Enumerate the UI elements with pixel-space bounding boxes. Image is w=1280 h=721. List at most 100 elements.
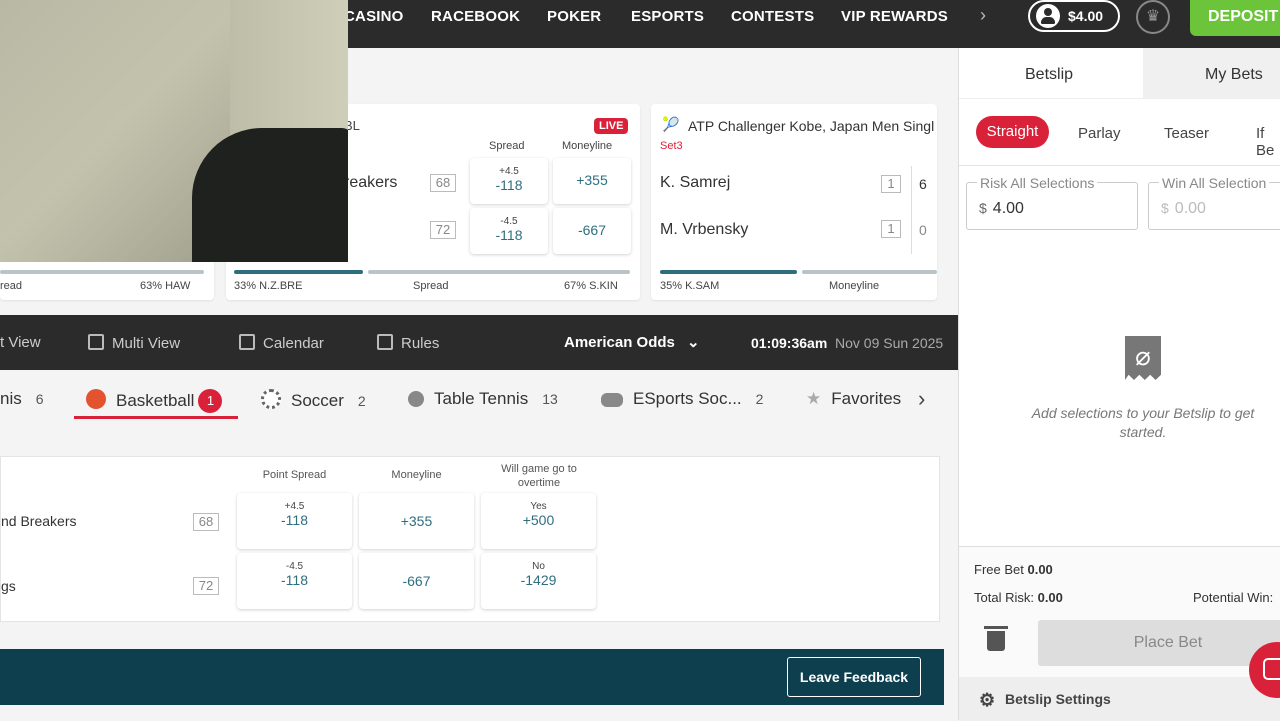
user-icon [1036,4,1060,28]
odds-format-value: American Odds [564,334,675,351]
leave-feedback-button[interactable]: Leave Feedback [787,657,921,697]
card2-spread2-price: -118 [495,227,523,243]
nav-racebook[interactable]: RACEBOOK [431,8,520,25]
sport-count: 13 [542,391,558,407]
row1-ml-button[interactable]: +355 [359,493,474,549]
free-bet-line: Free Bet 0.00 [974,562,1053,577]
tab-betslip[interactable]: Betslip [1025,66,1073,84]
card2-team1: reakers [344,174,398,191]
star-icon: ★ [806,389,822,408]
tab-my-bets[interactable]: My Bets [1205,66,1263,84]
win-all-field[interactable]: Win All Selection $0.00 [1148,175,1280,230]
row1-overtime-button[interactable]: Yes +500 [481,493,596,549]
win-all-value: $0.00 [1161,200,1206,218]
risk-all-label: Risk All Selections [977,175,1098,191]
sport-label: Table Tennis [434,389,529,408]
sport-tab-favorites[interactable]: ★ Favorites [806,389,901,409]
odds-format-select[interactable]: American Odds ⌄ [564,333,700,351]
card3-p1-games: 6 [919,176,927,192]
card3-foot-left: 35% K.SAM [660,280,720,292]
card2-spread2-line: -4.5 [500,216,518,227]
sport-tab-table-tennis[interactable]: Table Tennis 13 [408,389,558,409]
row2-overtime-button[interactable]: No -1429 [481,553,596,609]
betslip-settings-button[interactable]: ⚙ Betslip Settings [959,677,1280,721]
bet-type-teaser[interactable]: Teaser [1164,125,1209,142]
risk-amount: 4.00 [992,200,1024,217]
soccer-ball-icon [261,389,281,409]
card2-moneyline-head: Moneyline [562,140,613,152]
card2-spread1-line: +4.5 [499,166,519,177]
card3-bar-left [660,270,797,274]
nav-more-chevron-icon[interactable]: › [980,5,986,26]
chevron-right-icon[interactable]: › [918,386,925,412]
single-view-tab[interactable]: t View [0,334,41,351]
sport-label: ESports Soc... [633,389,742,408]
row2-ml-price: -667 [402,573,431,589]
row2-ml-button[interactable]: -667 [359,553,474,609]
total-risk-line: Total Risk: 0.00 [974,590,1063,605]
rules-label: Rules [401,335,440,352]
gamepad-icon [601,393,623,407]
card2-foot-left: 33% N.Z.BRE [234,280,303,292]
nav-vip-rewards[interactable]: VIP REWARDS [841,8,948,25]
card2-ml1-price: +355 [576,172,608,188]
account-balance-button[interactable]: $4.00 [1028,0,1120,32]
empty-betslip-text: Add selections to your Betslip to get st… [1031,405,1255,440]
empty-betslip-icon: ⌀ [1125,336,1161,380]
card2-spread-head: Spread [489,140,525,152]
currency-symbol: $ [1161,200,1169,216]
row1-spread-price: -118 [281,512,308,528]
card3-bar-right [802,270,937,274]
table-tennis-icon [408,391,424,407]
bet-type-straight[interactable]: Straight [976,116,1049,148]
place-bet-button[interactable]: Place Bet [1038,620,1280,666]
risk-all-value: $4.00 [979,200,1024,218]
nav-esports[interactable]: ESPORTS [631,8,704,25]
sport-tab-tennis[interactable]: nis 6 [0,389,44,409]
sport-tab-basketball[interactable]: Basketball 1 [86,389,223,413]
card1-foot-right: 63% HAW [140,280,191,292]
nav-poker[interactable]: POKER [547,8,601,25]
card2-ml1-button[interactable]: +355 [553,158,631,204]
card2-ml2-button[interactable]: -667 [553,208,631,254]
row2-ot-price: -1429 [520,572,557,588]
card2-spread1-button[interactable]: +4.5 -118 [470,158,548,204]
type-divider [959,165,1280,166]
risk-all-field[interactable]: Risk All Selections $4.00 [966,175,1138,230]
card3-p1-sets: 1 [881,175,901,193]
rules-tab[interactable]: Rules [377,334,439,352]
card2-spread2-button[interactable]: -4.5 -118 [470,208,548,254]
clock-date: Nov 09 Sun 2025 [835,335,944,351]
sport-tab-soccer[interactable]: Soccer 2 [261,389,366,411]
trash-icon[interactable] [984,626,1008,651]
sport-label: nis [0,389,22,408]
sport-label: Soccer [291,391,344,410]
win-all-label: Win All Selection [1159,175,1270,191]
event-card-3[interactable]: 🎾 ATP Challenger Kobe, Japan Men Singl S… [651,104,937,300]
col-head-overtime: Will game go to overtime [501,463,577,489]
bet-type-if-bet[interactable]: If Be [1256,125,1280,159]
calendar-tab[interactable]: Calendar [239,334,324,352]
bet-type-parlay[interactable]: Parlay [1078,125,1121,142]
row2-spread-price: -118 [281,572,308,588]
row2-spread-button[interactable]: -4.5 -118 [237,553,352,609]
row2-spread-line: -4.5 [285,561,304,572]
row2-score: 72 [193,577,219,595]
balance-amount: $4.00 [1068,8,1104,24]
tab-divider [959,98,1280,99]
card3-p2-sets: 1 [881,220,901,238]
row2-team: gs [1,578,16,594]
crown-icon[interactable]: ♛ [1136,0,1170,34]
nav-contests[interactable]: CONTESTS [731,8,814,25]
sport-tab-esports-soccer[interactable]: ESports Soc... 2 [601,389,763,409]
card3-player2: M. Vrbensky [660,221,749,238]
deposit-button[interactable]: DEPOSIT [1190,0,1280,36]
row1-spread-button[interactable]: +4.5 -118 [237,493,352,549]
live-badge: LIVE [594,118,629,134]
multi-view-tab[interactable]: Multi View [88,334,180,352]
chevron-down-icon: ⌄ [687,334,700,351]
nav-casino[interactable]: CASINO [344,8,404,25]
free-bet-label: Free Bet [974,562,1024,577]
col-head-spread: Point Spread [262,469,327,481]
calendar-label: Calendar [263,335,324,352]
